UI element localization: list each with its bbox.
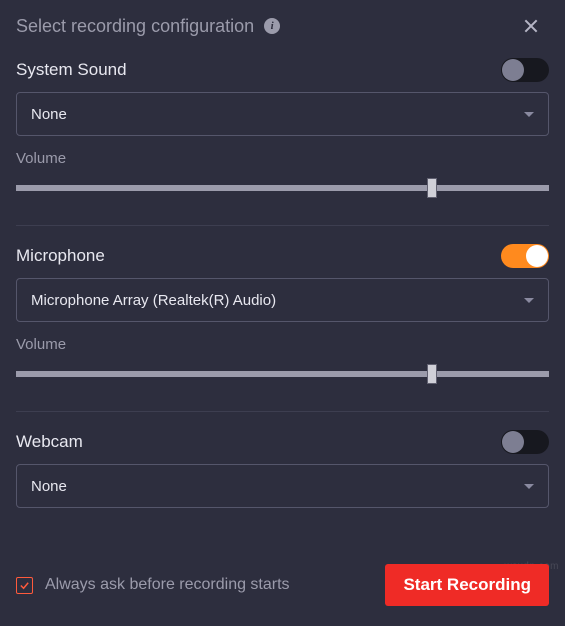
microphone-volume-label: Volume bbox=[16, 336, 549, 353]
dialog-title: Select recording configuration bbox=[16, 16, 254, 37]
microphone-section: Microphone Microphone Array (Realtek(R) … bbox=[0, 232, 565, 393]
slider-thumb[interactable] bbox=[427, 364, 437, 384]
microphone-label: Microphone bbox=[16, 246, 105, 266]
chevron-down-icon bbox=[524, 112, 534, 117]
chevron-down-icon bbox=[524, 298, 534, 303]
webcam-toggle[interactable] bbox=[501, 430, 549, 454]
system-sound-volume-slider[interactable] bbox=[16, 175, 549, 201]
system-sound-label: System Sound bbox=[16, 60, 127, 80]
microphone-volume-slider[interactable] bbox=[16, 361, 549, 387]
check-icon bbox=[19, 580, 30, 591]
system-sound-section: System Sound None Volume bbox=[0, 46, 565, 207]
chevron-down-icon bbox=[524, 484, 534, 489]
slider-track bbox=[16, 185, 549, 191]
system-sound-select-value: None bbox=[31, 106, 67, 123]
webcam-select[interactable]: None bbox=[16, 464, 549, 508]
microphone-toggle[interactable] bbox=[501, 244, 549, 268]
toggle-knob bbox=[502, 431, 524, 453]
info-icon[interactable]: i bbox=[264, 18, 280, 34]
system-sound-volume-label: Volume bbox=[16, 150, 549, 167]
webcam-section: Webcam None bbox=[0, 418, 565, 514]
divider bbox=[16, 411, 549, 412]
system-sound-select[interactable]: None bbox=[16, 92, 549, 136]
webcam-label: Webcam bbox=[16, 432, 83, 452]
divider bbox=[16, 225, 549, 226]
close-icon[interactable] bbox=[519, 14, 543, 38]
microphone-select[interactable]: Microphone Array (Realtek(R) Audio) bbox=[16, 278, 549, 322]
dialog-header: Select recording configuration i bbox=[0, 0, 565, 46]
slider-thumb[interactable] bbox=[427, 178, 437, 198]
slider-track bbox=[16, 371, 549, 377]
dialog-footer: Always ask before recording starts Start… bbox=[0, 550, 565, 626]
always-ask-label: Always ask before recording starts bbox=[45, 576, 290, 594]
toggle-knob bbox=[502, 59, 524, 81]
microphone-select-value: Microphone Array (Realtek(R) Audio) bbox=[31, 292, 276, 309]
toggle-knob bbox=[526, 245, 548, 267]
start-recording-button[interactable]: Start Recording bbox=[385, 564, 549, 606]
system-sound-toggle[interactable] bbox=[501, 58, 549, 82]
always-ask-checkbox[interactable] bbox=[16, 577, 33, 594]
webcam-select-value: None bbox=[31, 478, 67, 495]
